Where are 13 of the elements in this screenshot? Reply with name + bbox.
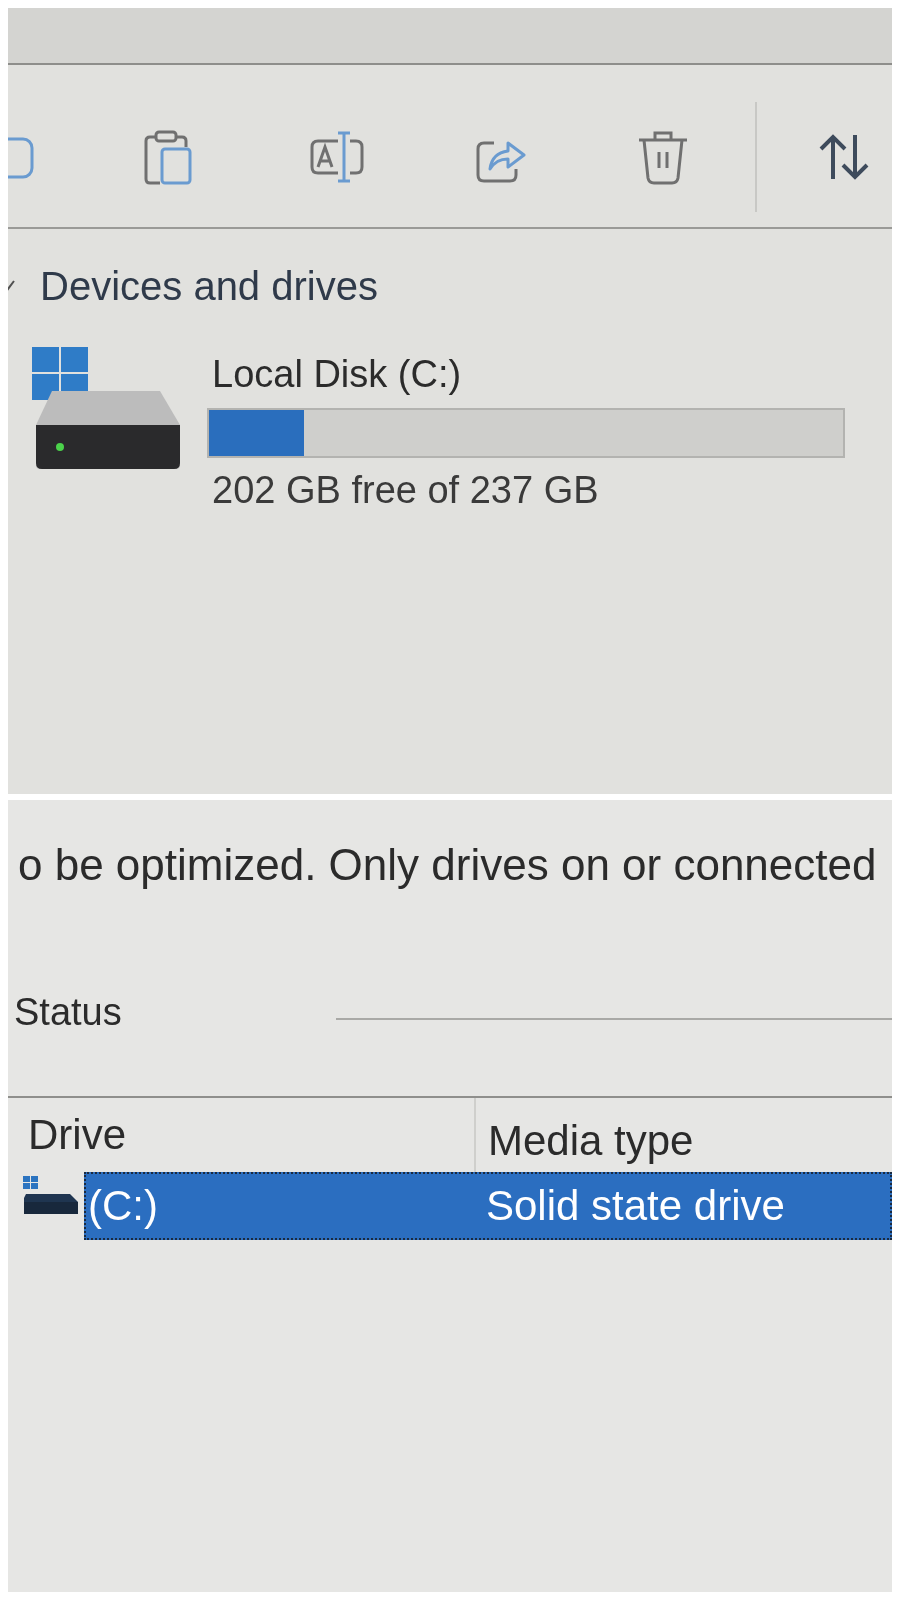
drive-icon	[22, 1176, 78, 1214]
column-header[interactable]: Drive	[8, 1111, 474, 1159]
table-row[interactable]: (C:) Solid state drive	[84, 1172, 892, 1240]
table-cell: Solid state drive	[486, 1182, 785, 1230]
drive-name[interactable]: Local Disk (C:)	[207, 352, 845, 396]
drive-icon	[30, 347, 182, 469]
rename-icon[interactable]	[308, 129, 366, 185]
table-cell-text: (C:)	[87, 1182, 159, 1230]
description-text: o be optimized. Only drives on or connected	[17, 840, 878, 890]
status-label: Status	[14, 990, 122, 1034]
section-title[interactable]: Devices and drives	[40, 263, 378, 309]
free-space-text: 202 GB free of 237 GB	[211, 468, 600, 512]
column-header[interactable]: Media type	[476, 1117, 694, 1165]
